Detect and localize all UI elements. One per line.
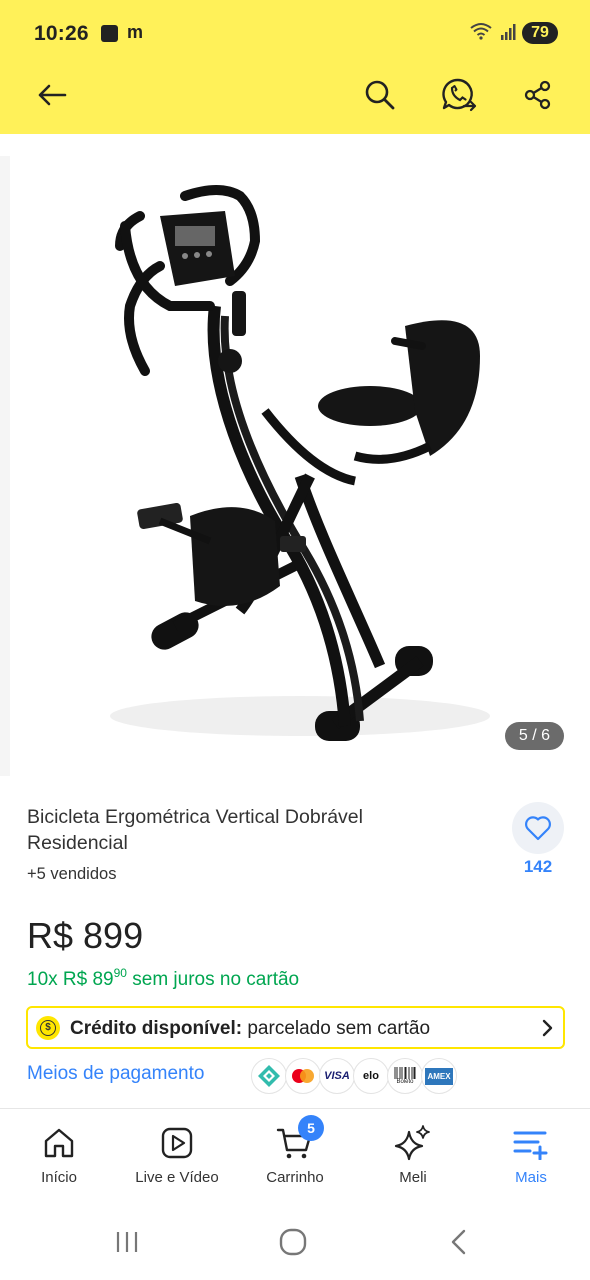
sold-count: +5 vendidos: [27, 865, 117, 883]
tab-label: Live e Vídeo: [135, 1169, 219, 1186]
back-button[interactable]: [30, 73, 74, 117]
boleto-text: Boleto: [396, 1079, 414, 1085]
search-icon: [365, 80, 395, 110]
home-button-icon[interactable]: [278, 1227, 308, 1257]
play-icon: [157, 1123, 197, 1163]
notification-m-icon: m: [127, 22, 144, 42]
share-icon: [524, 80, 551, 110]
system-navigation: [0, 1209, 590, 1280]
tab-carrinho[interactable]: 5 Carrinho: [236, 1115, 354, 1203]
chevron-right-icon: [542, 1019, 553, 1037]
tab-label: Carrinho: [266, 1169, 324, 1186]
coin-icon: $: [36, 1016, 60, 1040]
payment-methods-link[interactable]: Meios de pagamento: [27, 1063, 204, 1085]
bottom-tab-bar: Início Live e Vídeo 5 Carrinho Meli Mais: [0, 1109, 590, 1209]
cart-icon: 5: [275, 1115, 324, 1163]
search-button[interactable]: [358, 73, 402, 117]
visa-text: VISA: [324, 1070, 350, 1082]
whatsapp-share-button[interactable]: [437, 73, 481, 117]
status-bar: 10:26 m 79: [0, 0, 590, 68]
sparkle-icon: [393, 1123, 433, 1163]
credit-available-banner[interactable]: $ Crédito disponível: parcelado sem cart…: [26, 1006, 565, 1049]
cart-badge: 5: [298, 1115, 324, 1141]
share-button[interactable]: [516, 73, 560, 117]
arrow-left-icon: [38, 84, 67, 106]
mastercard-logo: [285, 1058, 321, 1094]
image-counter: 5 / 6: [504, 722, 564, 750]
credit-title: Crédito disponível:: [70, 1018, 243, 1039]
tab-meli[interactable]: Meli: [354, 1123, 472, 1203]
amex-text: AMEX: [425, 1067, 453, 1085]
battery-indicator: 79: [522, 22, 558, 44]
favorite-button[interactable]: [512, 802, 564, 854]
tab-label: Mais: [515, 1169, 547, 1186]
status-time: 10:26: [34, 22, 89, 45]
recent-apps-icon[interactable]: [113, 1227, 141, 1257]
elo-text: elo: [363, 1070, 379, 1082]
back-nav-icon[interactable]: [446, 1227, 470, 1257]
installments-info: 10x R$ 8990 sem juros no cartão: [27, 966, 299, 991]
payment-logos[interactable]: VISA elo Boleto AMEX: [251, 1058, 457, 1096]
product-price: R$ 899: [27, 915, 144, 956]
signal-icon: [501, 24, 516, 40]
whatsapp-share-icon: [442, 78, 477, 112]
installments-amount: 10x R$ 89: [27, 969, 114, 990]
credit-description: parcelado sem cartão: [242, 1018, 431, 1039]
elo-logo: elo: [353, 1058, 389, 1094]
notification-check-icon: [101, 25, 118, 42]
credit-text: Crédito disponível: parcelado sem cartão: [70, 1018, 430, 1040]
favorite-count: 142: [523, 857, 553, 876]
home-icon: [39, 1123, 79, 1163]
tab-live-video[interactable]: Live e Vídeo: [118, 1123, 236, 1203]
amex-logo: AMEX: [421, 1058, 457, 1094]
boleto-logo: Boleto: [387, 1058, 423, 1094]
product-title: Bicicleta Ergométrica Vertical Dobrável …: [27, 806, 363, 854]
installments-cents: 90: [113, 966, 127, 980]
wifi-icon: [470, 23, 492, 40]
tab-inicio[interactable]: Início: [0, 1123, 118, 1203]
tab-mais[interactable]: Mais: [472, 1123, 590, 1203]
heart-icon: [525, 816, 551, 841]
tab-label: Meli: [399, 1169, 427, 1186]
coin-symbol: $: [40, 1020, 56, 1036]
app-header: 10:26 m 79: [0, 0, 590, 134]
exercise-bike-image: [110, 185, 490, 741]
installments-suffix: sem juros no cartão: [126, 969, 300, 990]
top-nav: [0, 68, 590, 134]
menu-plus-icon: [511, 1123, 551, 1163]
product-image[interactable]: [10, 156, 590, 776]
pix-logo: [251, 1058, 287, 1094]
tab-label: Início: [41, 1169, 77, 1186]
visa-logo: VISA: [319, 1058, 355, 1094]
product-gallery[interactable]: 5 / 6: [0, 156, 590, 776]
